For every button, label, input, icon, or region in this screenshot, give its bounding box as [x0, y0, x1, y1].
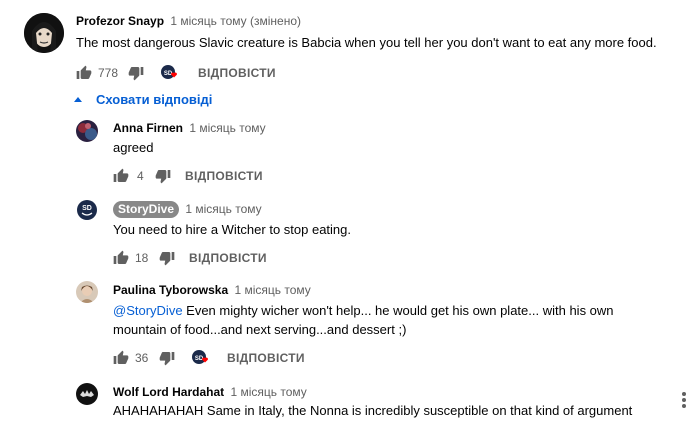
reply-button[interactable]: ВІДПОВІСТИ: [227, 351, 305, 365]
reply-comment: Anna Firnen 1 місяць тому agreed 4 ВІДПО…: [0, 115, 700, 185]
comment-actions: 4 ВІДПОВІСТИ: [113, 166, 263, 186]
author-name[interactable]: Profezor Snayp: [76, 14, 164, 28]
thumb-up-icon[interactable]: [76, 65, 92, 81]
comment-actions: 36 SD ВІДПОВІСТИ: [113, 348, 305, 368]
comment-timestamp[interactable]: 1 місяць тому: [230, 385, 306, 399]
triangle-up-icon: [74, 97, 82, 102]
comment-header: Paulina Tyborowska 1 місяць тому: [113, 282, 311, 298]
reply-button[interactable]: ВІДПОВІСТИ: [198, 66, 276, 80]
comment-actions: 18 ВІДПОВІСТИ: [113, 248, 267, 268]
thumb-down-icon[interactable]: [159, 250, 175, 266]
thumb-down-icon[interactable]: [128, 65, 144, 81]
comment-timestamp[interactable]: 1 місяць тому (змінено): [170, 14, 301, 28]
reply-comment: Paulina Tyborowska 1 місяць тому @StoryD…: [0, 278, 700, 372]
like-count: 36: [135, 351, 149, 365]
comment-header: StoryDive 1 місяць тому: [113, 201, 262, 218]
author-name[interactable]: Anna Firnen: [113, 121, 183, 135]
thumb-up-icon[interactable]: [113, 168, 129, 184]
comment-timestamp[interactable]: 1 місяць тому: [189, 121, 265, 135]
creator-heart-icon[interactable]: SD: [160, 64, 180, 82]
like-count: 4: [137, 169, 144, 183]
comment-header: Anna Firnen 1 місяць тому: [113, 120, 266, 136]
comment-header: Profezor Snayp 1 місяць тому (змінено): [76, 13, 301, 29]
avatar-wolf-lord-hardahat[interactable]: [76, 383, 98, 405]
avatar-storydive[interactable]: SD: [76, 199, 98, 221]
comment-header: Wolf Lord Hardahat 1 місяць тому: [113, 384, 307, 400]
author-name[interactable]: Wolf Lord Hardahat: [113, 385, 224, 399]
comment-text: agreed: [113, 140, 154, 155]
svg-text:SD: SD: [82, 205, 92, 212]
thumb-down-icon[interactable]: [155, 168, 171, 184]
comment-text: The most dangerous Slavic creature is Ba…: [76, 35, 657, 50]
hide-replies-button[interactable]: Сховати відповіді: [72, 92, 212, 107]
comment-text: @StoryDive Even mighty wicher won't help…: [113, 301, 614, 321]
comment-text: You need to hire a Witcher to stop eatin…: [113, 222, 352, 237]
comment-timestamp[interactable]: 1 місяць тому: [185, 202, 261, 216]
thumb-up-icon[interactable]: [113, 350, 129, 366]
hide-replies-label: Сховати відповіді: [96, 92, 213, 107]
creator-heart-icon[interactable]: SD: [191, 349, 211, 367]
avatar-profezor-snayp[interactable]: [24, 13, 64, 53]
avatar-anna-firnen[interactable]: [76, 120, 98, 142]
mention-link[interactable]: @StoryDive: [113, 303, 183, 318]
thumb-down-icon[interactable]: [159, 350, 175, 366]
main-comment: Profezor Snayp 1 місяць тому (змінено) T…: [0, 0, 700, 90]
reply-button[interactable]: ВІДПОВІСТИ: [185, 169, 263, 183]
reply-comment: Wolf Lord Hardahat 1 місяць тому AHAHAHA…: [0, 380, 700, 432]
thumb-up-icon[interactable]: [113, 250, 129, 266]
avatar-paulina-tyborowska[interactable]: [76, 281, 98, 303]
comment-text-line1: Even mighty wicher won't help... he woul…: [182, 303, 614, 318]
like-count: 18: [135, 251, 149, 265]
comment-timestamp[interactable]: 1 місяць тому: [235, 283, 311, 297]
comment-text: AHAHAHAHAH Same in Italy, the Nonna is i…: [113, 403, 633, 418]
comment-text-line2: mountain of food...and next serving...an…: [113, 322, 407, 337]
author-name[interactable]: Paulina Tyborowska: [113, 283, 228, 297]
comment-actions: 778 SD ВІДПОВІСТИ: [76, 63, 276, 83]
more-vertical-icon[interactable]: [682, 392, 686, 410]
reply-button[interactable]: ВІДПОВІСТИ: [189, 251, 267, 265]
channel-owner-badge[interactable]: StoryDive: [113, 201, 180, 218]
like-count: 778: [98, 66, 119, 80]
reply-comment: SD StoryDive 1 місяць тому You need to h…: [0, 196, 700, 268]
